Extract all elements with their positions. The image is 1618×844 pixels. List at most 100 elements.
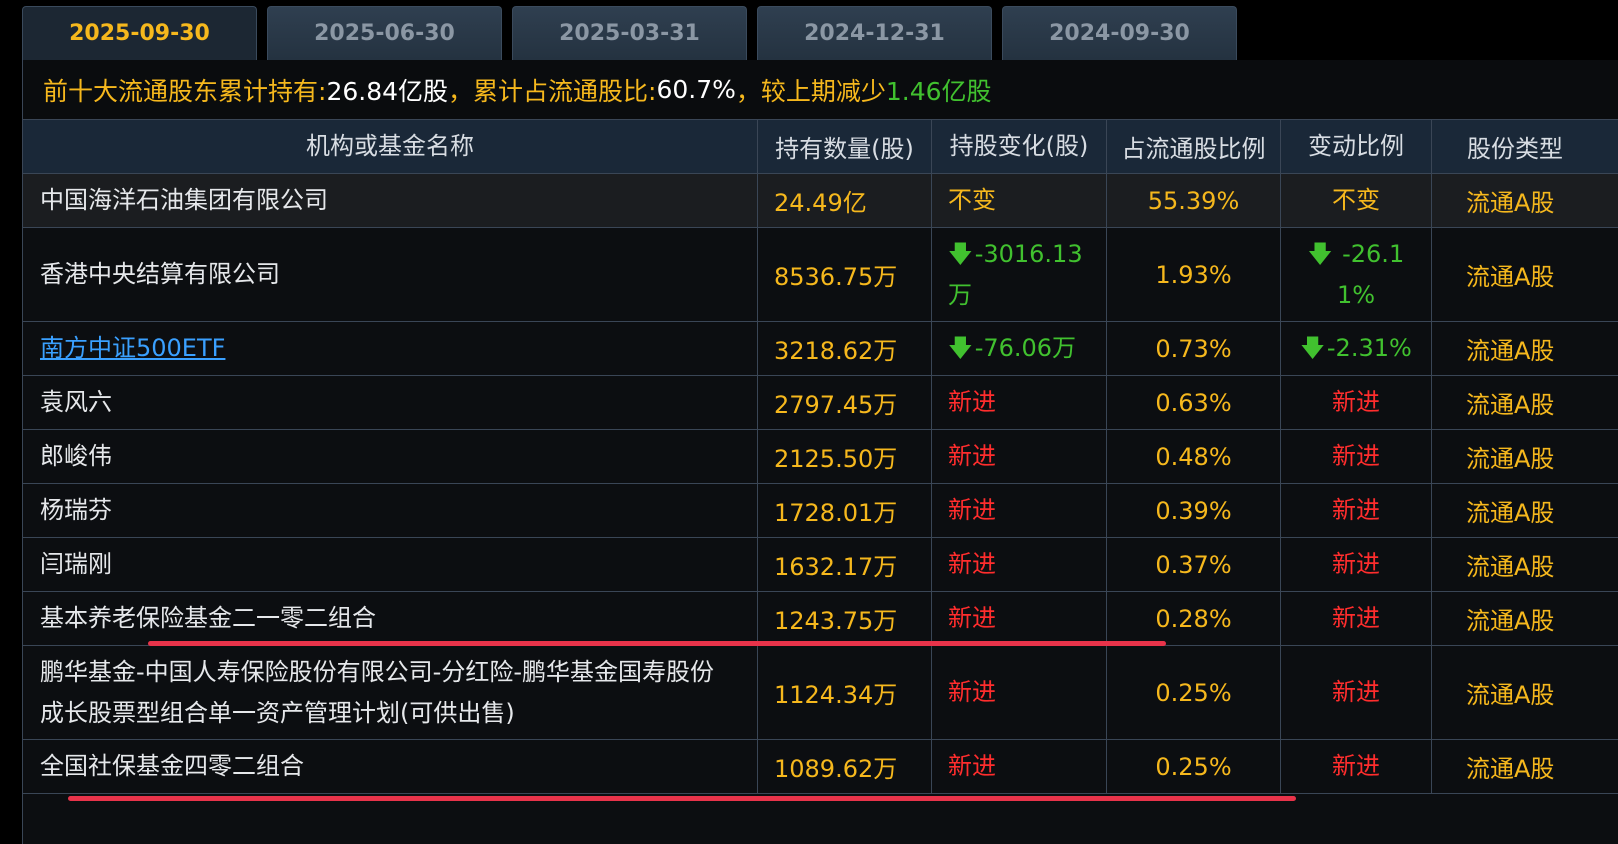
holder-change: 不变 [932, 174, 1107, 227]
holder-change: 新进 [932, 376, 1107, 429]
holder-ratio: 0.25% [1107, 646, 1281, 739]
table-row: 中国海洋石油集团有限公司 24.49亿 不变 55.39% 不变 流通A股 [23, 174, 1618, 228]
holder-change-ratio: 新进 [1281, 646, 1432, 739]
tab-2025-06-30[interactable]: 2025-06-30 [267, 6, 502, 60]
holder-name: 袁风六 [23, 376, 758, 429]
holder-shares: 1632.17万 [758, 538, 932, 591]
holder-change-ratio: 不变 [1281, 174, 1432, 227]
holder-ratio: 55.39% [1107, 174, 1281, 227]
holder-type: 流通A股 [1466, 189, 1555, 217]
holder-change: 新进 [932, 740, 1107, 793]
summary-ratio-label: ，累计占流通股比: [448, 76, 657, 106]
tab-2025-09-30[interactable]: 2025-09-30 [22, 6, 257, 60]
holder-shares: 3218.62万 [758, 322, 932, 375]
header-shares[interactable]: 持有数量(股) [758, 120, 932, 173]
holder-ratio: 0.28% [1107, 592, 1281, 645]
tab-2024-09-30[interactable]: 2024-09-30 [1002, 6, 1237, 60]
holder-name-cell: 南方中证500ETF [23, 322, 758, 375]
holder-type: 流通A股 [1466, 337, 1555, 365]
holder-name: 全国社保基金四零二组合 [23, 740, 758, 793]
summary-holding: 26.84亿股 [326, 76, 449, 106]
holder-change: 新进 [932, 592, 1107, 645]
table-row: 香港中央结算有限公司 8536.75万 🡇-3016.13万 1.93% 🡇 -… [23, 228, 1618, 322]
arrow-down-icon: 🡇 [948, 239, 973, 268]
holder-change: 新进 [932, 430, 1107, 483]
holder-name: 基本养老保险基金二一零二组合 [23, 592, 758, 645]
holder-name: 闫瑞刚 [23, 538, 758, 591]
header-change-ratio[interactable]: 变动比例 [1281, 120, 1432, 173]
holder-shares: 1124.34万 [758, 646, 932, 739]
table-header: 机构或基金名称 持有数量(股) 持股变化(股) 占流通股比例 变动比例 股份类型 [23, 120, 1618, 174]
holder-name: 中国海洋石油集团有限公司 [23, 174, 758, 227]
header-ratio[interactable]: 占流通股比例 [1107, 120, 1281, 173]
holder-change: 新进 [932, 538, 1107, 591]
table-row: 全国社保基金四零二组合 1089.62万 新进 0.25% 新进 流通A股 [23, 740, 1618, 794]
shareholders-panel: 前十大流通股东累计持有: 26.84亿股 ，累计占流通股比: 60.7% ，较上… [22, 60, 1618, 844]
holder-change: -76.06万 [974, 334, 1077, 362]
table-row: 基本养老保险基金二一零二组合 1243.75万 新进 0.28% 新进 流通A股 [23, 592, 1618, 646]
highlight-underline [148, 641, 1166, 646]
holder-ratio: 0.48% [1107, 430, 1281, 483]
holder-type: 流通A股 [1466, 263, 1555, 291]
tab-2025-03-31[interactable]: 2025-03-31 [512, 6, 747, 60]
arrow-down-icon: 🡇 [1300, 334, 1325, 362]
summary-change-label: ，较上期减少 [735, 76, 886, 106]
holder-change: 新进 [932, 484, 1107, 537]
header-name[interactable]: 机构或基金名称 [23, 120, 758, 173]
summary-change-value: 1.46亿股 [885, 76, 992, 106]
holder-change-ratio: 新进 [1281, 592, 1432, 645]
table-row: 袁风六 2797.45万 新进 0.63% 新进 流通A股 [23, 376, 1618, 430]
holder-shares: 2125.50万 [758, 430, 932, 483]
holder-shares: 1728.01万 [758, 484, 932, 537]
holder-shares: 8536.75万 [758, 228, 932, 321]
table-row: 鹏华基金-中国人寿保险股份有限公司-分红险-鹏华基金国寿股份成长股票型组合单一资… [23, 646, 1618, 740]
fund-link[interactable]: 南方中证500ETF [40, 328, 225, 369]
summary-prefix: 前十大流通股东累计持有: [43, 76, 327, 106]
table-row: 闫瑞刚 1632.17万 新进 0.37% 新进 流通A股 [23, 538, 1618, 592]
holder-type: 流通A股 [1466, 391, 1555, 419]
holder-ratio: 0.63% [1107, 376, 1281, 429]
holder-change-ratio: -26.11% [1336, 239, 1405, 309]
header-type[interactable]: 股份类型 [1432, 120, 1618, 173]
table-row: 南方中证500ETF 3218.62万 🡇 -76.06万 0.73% 🡇 -2.3… [23, 322, 1618, 376]
holder-change-ratio: 新进 [1281, 740, 1432, 793]
holder-name: 鹏华基金-中国人寿保险股份有限公司-分红险-鹏华基金国寿股份成长股票型组合单一资… [40, 657, 714, 727]
holder-type: 流通A股 [1466, 553, 1555, 581]
highlight-underline [68, 796, 1296, 801]
holder-type: 流通A股 [1466, 445, 1555, 473]
holder-type: 流通A股 [1466, 607, 1555, 635]
holder-ratio: 1.93% [1107, 228, 1281, 321]
holder-type: 流通A股 [1466, 681, 1555, 709]
holder-ratio: 0.25% [1107, 740, 1281, 793]
holder-change-ratio: 新进 [1281, 376, 1432, 429]
arrow-down-icon: 🡇 [1307, 239, 1333, 268]
holder-change: 新进 [932, 646, 1107, 739]
holder-ratio: 0.39% [1107, 484, 1281, 537]
holder-change-ratio-cell: 🡇 -26.11% [1281, 228, 1432, 321]
holder-name: 杨瑞芬 [23, 484, 758, 537]
holder-name: 郎峻伟 [23, 430, 758, 483]
holder-name: 香港中央结算有限公司 [23, 228, 758, 321]
holder-change-ratio-cell: 🡇 -2.31% [1281, 322, 1432, 375]
header-change[interactable]: 持股变化(股) [932, 120, 1107, 173]
holder-ratio: 0.73% [1107, 322, 1281, 375]
holder-change-ratio: 新进 [1281, 430, 1432, 483]
holder-shares: 2797.45万 [758, 376, 932, 429]
holder-ratio: 0.37% [1107, 538, 1281, 591]
app-root: 2025-09-30 2025-06-30 2025-03-31 2024-12… [0, 0, 1618, 844]
summary-ratio: 60.7% [656, 75, 736, 104]
arrow-down-icon: 🡇 [948, 334, 973, 362]
holder-change-cell: 🡇 -76.06万 [932, 322, 1107, 375]
holder-shares: 1089.62万 [758, 740, 932, 793]
holder-change-ratio: 新进 [1281, 484, 1432, 537]
tab-2024-12-31[interactable]: 2024-12-31 [757, 6, 992, 60]
holder-name-cell: 鹏华基金-中国人寿保险股份有限公司-分红险-鹏华基金国寿股份成长股票型组合单一资… [23, 646, 758, 739]
report-date-tabs: 2025-09-30 2025-06-30 2025-03-31 2024-12… [22, 6, 1237, 60]
holder-change-ratio: -2.31% [1326, 334, 1412, 362]
table-row: 杨瑞芬 1728.01万 新进 0.39% 新进 流通A股 [23, 484, 1618, 538]
summary-bar: 前十大流通股东累计持有: 26.84亿股 ，累计占流通股比: 60.7% ，较上… [23, 60, 1618, 120]
holder-change-cell: 🡇-3016.13万 [932, 228, 1107, 321]
holder-type: 流通A股 [1466, 755, 1555, 783]
holder-shares: 24.49亿 [758, 174, 932, 227]
holder-type: 流通A股 [1466, 499, 1555, 527]
